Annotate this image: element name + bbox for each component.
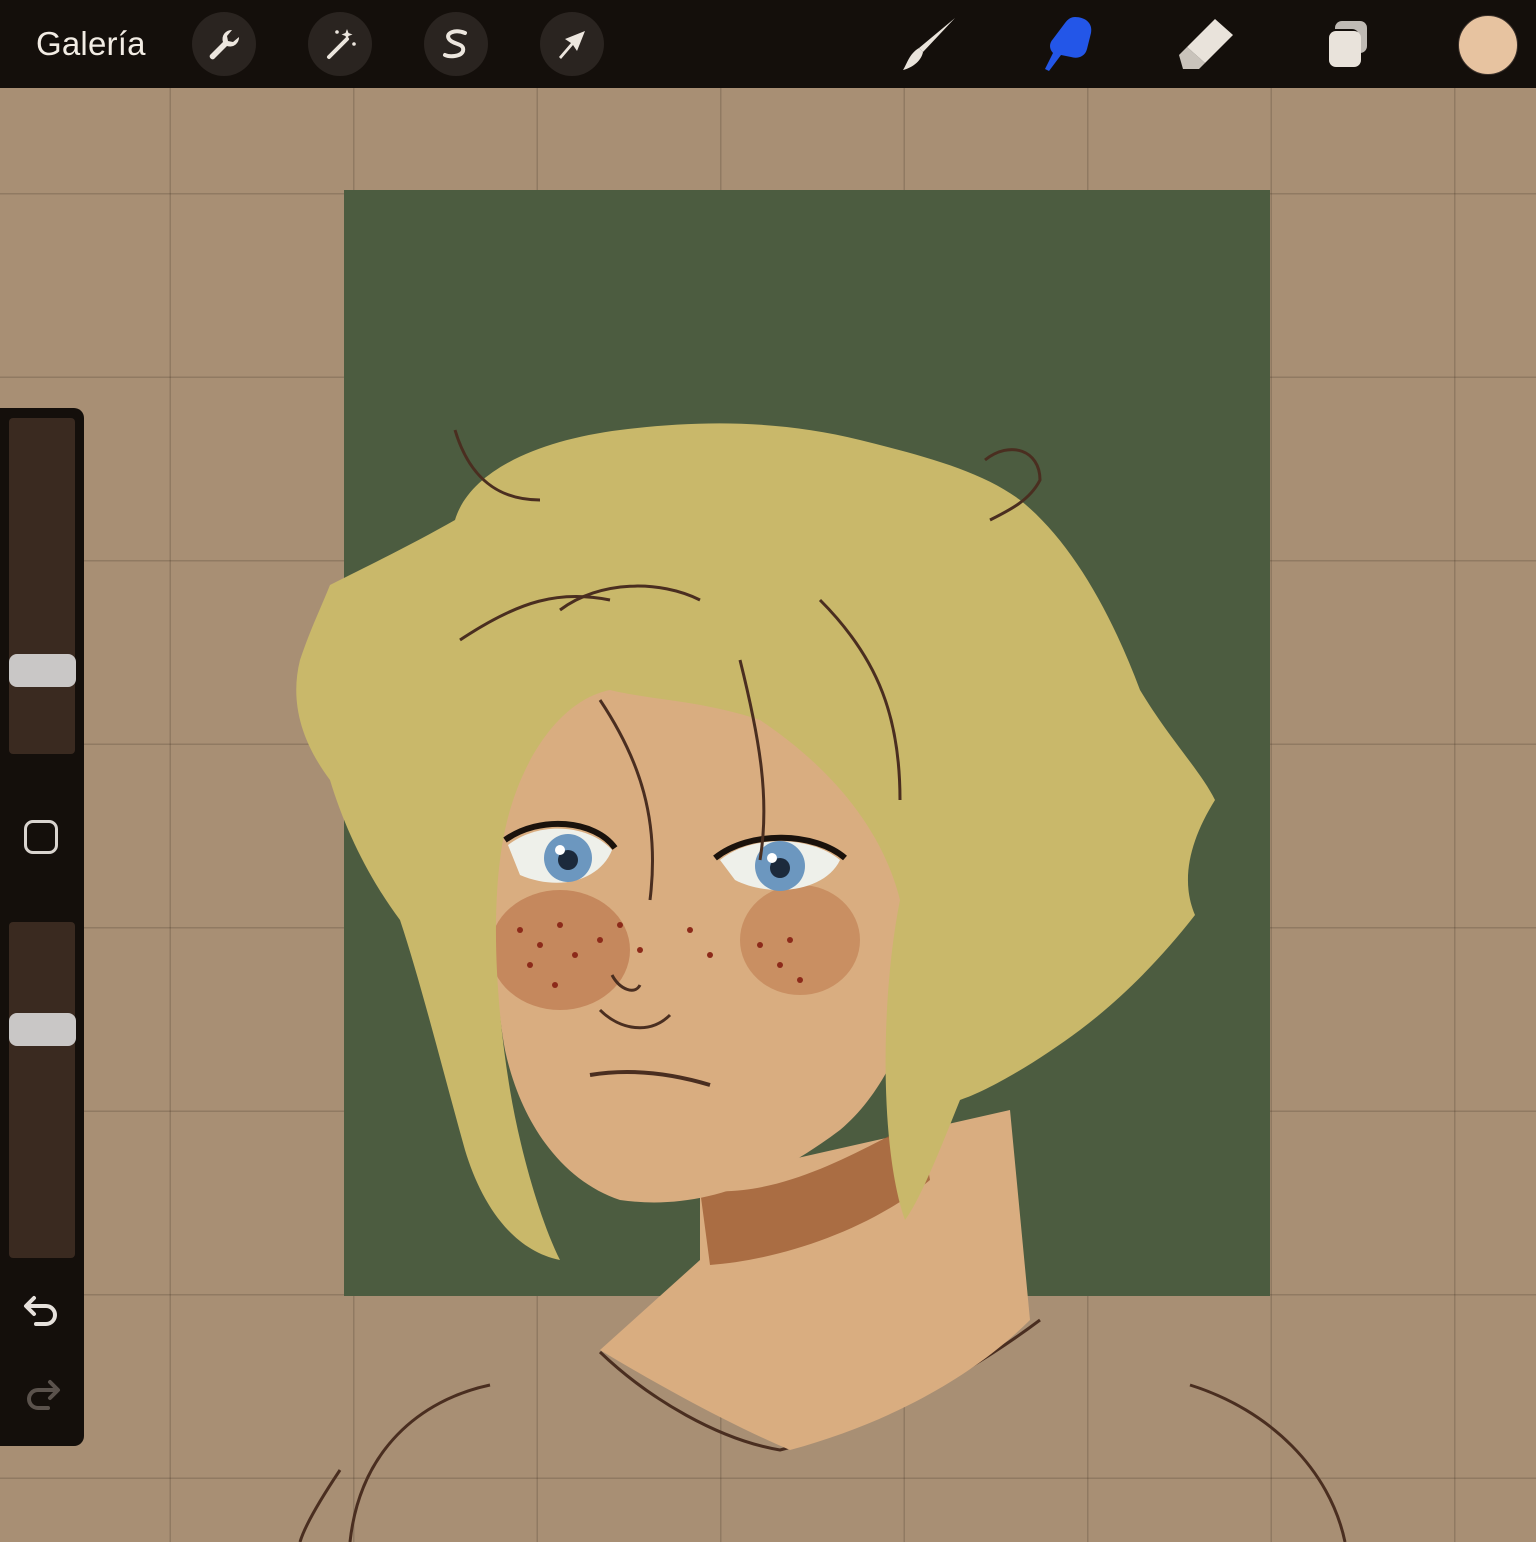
opacity-slider[interactable] [9,922,75,1258]
left-sidebar [0,408,84,1446]
top-toolbar: Galería [0,0,1536,88]
actions-button[interactable] [192,12,256,76]
magic-wand-icon [327,29,356,59]
opacity-thumb[interactable] [9,1012,76,1046]
eraser-button[interactable] [1172,10,1240,78]
left-cheek-blush [490,890,630,1010]
wrench-icon [209,29,240,60]
transform-button[interactable] [540,12,604,76]
modify-button[interactable] [24,820,58,854]
transform-arrow-icon [559,31,585,59]
layers-icon [1327,21,1367,67]
eraser-icon [1179,19,1233,69]
smudge-icon [1045,17,1092,71]
gallery-button[interactable]: Galería [36,22,146,66]
redo-button[interactable] [18,1370,66,1418]
drawing-canvas[interactable] [0,88,1536,1542]
brush-icon [903,18,955,70]
brush-size-slider[interactable] [9,418,75,754]
selection-button[interactable] [424,12,488,76]
layers-button[interactable] [1312,10,1380,78]
color-picker-button[interactable] [1458,15,1518,75]
undo-icon [24,1296,57,1326]
adjustments-button[interactable] [308,12,372,76]
artwork [296,190,1347,1542]
brush-button[interactable] [895,10,963,78]
redo-icon [27,1380,60,1410]
smudge-button[interactable] [1034,10,1102,78]
brush-size-thumb[interactable] [9,654,76,688]
selection-icon [443,29,467,59]
undo-button[interactable] [18,1286,66,1334]
